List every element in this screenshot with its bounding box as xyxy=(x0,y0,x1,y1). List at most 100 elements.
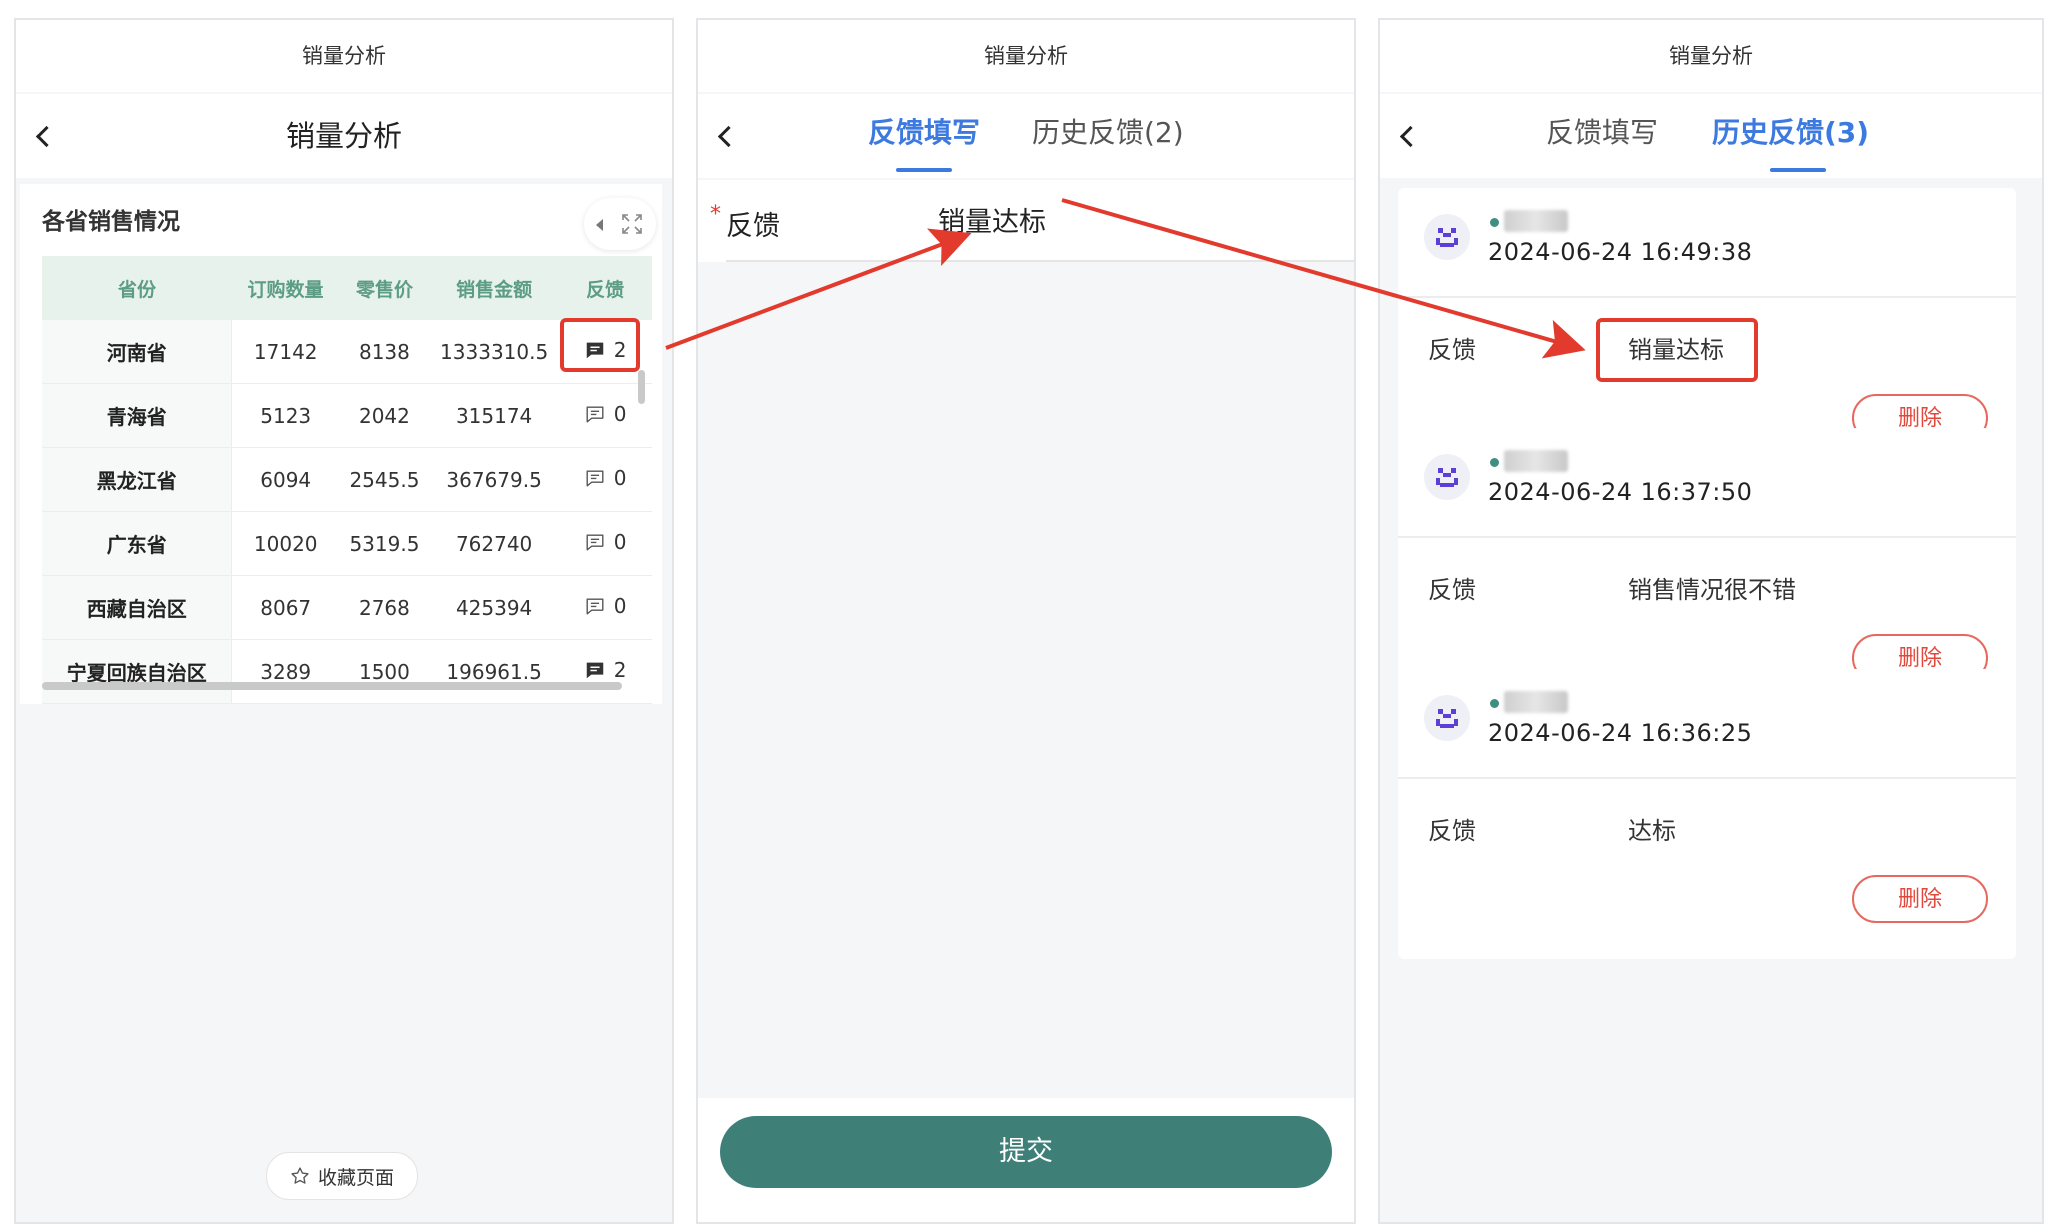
nav-bar: 反馈填写 历史反馈(3) xyxy=(1380,94,2042,178)
robot-avatar-icon xyxy=(1436,709,1458,728)
column-header[interactable]: 销售金额 xyxy=(429,256,559,320)
tab-feedback-history[interactable]: 历史反馈(2) xyxy=(1032,94,1184,178)
province-cell: 黑龙江省 xyxy=(42,447,233,512)
card-title: 各省销售情况 xyxy=(42,209,180,235)
table-row: 青海省 5123 2042 315174 0 xyxy=(42,383,652,448)
column-header[interactable]: 省份 xyxy=(42,256,232,320)
robot-avatar-icon xyxy=(1436,468,1458,487)
history-label: 反馈 xyxy=(1428,336,1476,364)
history-timestamp: 2024-06-24 16:49:38 xyxy=(1488,238,1753,266)
status-dot xyxy=(1490,218,1499,227)
history-value: 达标 xyxy=(1628,817,1676,845)
qty-cell: 17142 xyxy=(231,320,339,384)
collapse-icon[interactable] xyxy=(596,219,603,231)
column-header[interactable]: 零售价 xyxy=(338,256,430,320)
table-row: 广东省 10020 5319.5 762740 0 xyxy=(42,511,652,576)
qty-cell: 5123 xyxy=(231,383,339,448)
price-cell: 5319.5 xyxy=(338,511,430,576)
system-title: 销量分析 xyxy=(1380,20,2042,92)
feedback-button[interactable]: 0 xyxy=(584,466,627,490)
feedback-button[interactable]: 0 xyxy=(584,402,627,426)
amount-cell: 315174 xyxy=(429,383,559,448)
status-dot xyxy=(1490,699,1499,708)
province-sales-card: 各省销售情况 省份 订购数量 零售价 销售金额 反馈 河南省 17142 8138 1… xyxy=(20,184,662,704)
qty-cell: 8067 xyxy=(231,575,339,640)
amount-cell: 367679.5 xyxy=(429,447,559,512)
amount-cell: 196961.5 xyxy=(429,639,559,704)
price-cell: 2768 xyxy=(338,575,430,640)
column-header[interactable]: 反馈 xyxy=(558,256,652,320)
feedback-count: 0 xyxy=(613,401,627,426)
table-header-row: 省份 订购数量 零售价 销售金额 反馈 xyxy=(42,256,652,320)
message-icon xyxy=(586,597,604,614)
price-cell: 8138 xyxy=(338,320,430,384)
divider xyxy=(1398,296,2016,298)
back-icon[interactable] xyxy=(716,127,734,145)
history-timestamp: 2024-06-24 16:37:50 xyxy=(1488,478,1753,506)
feedback-history-screen: 销量分析 反馈填写 历史反馈(3) 2024-06-24 16:49:38 反馈销… xyxy=(1378,18,2044,1224)
province-cell: 青海省 xyxy=(42,383,233,448)
feedback-cell: 2 xyxy=(558,639,652,704)
submit-button[interactable]: 提交 xyxy=(720,1116,1332,1188)
feedback-cell: 0 xyxy=(558,511,652,576)
feedback-cell: 0 xyxy=(558,575,652,640)
feedback-form-row: * 反馈 xyxy=(698,180,1354,262)
message-icon xyxy=(586,469,604,486)
history-value: 销售情况很不错 xyxy=(1628,576,1796,604)
active-tab-indicator xyxy=(1770,168,1826,172)
qty-cell: 10020 xyxy=(231,511,339,576)
highlight-box-history-value xyxy=(1596,318,1758,382)
horizontal-scrollbar[interactable] xyxy=(42,682,622,690)
feedback-count: 0 xyxy=(613,465,627,490)
price-cell: 1500 xyxy=(338,639,430,704)
required-mark: * xyxy=(710,202,721,227)
star-icon xyxy=(291,1167,309,1184)
back-icon[interactable] xyxy=(1398,127,1416,145)
divider xyxy=(1398,777,2016,779)
history-label: 反馈 xyxy=(1428,817,1476,845)
message-icon xyxy=(586,405,604,422)
feedback-button[interactable]: 0 xyxy=(584,594,627,618)
message-icon xyxy=(586,533,604,550)
price-cell: 2042 xyxy=(338,383,430,448)
blurred-username xyxy=(1504,210,1568,232)
sales-analysis-screen: 销量分析 销量分析 各省销售情况 省份 订购数量 零售价 销售金额 反馈 河南省… xyxy=(14,18,674,1224)
highlight-box-feedback-count xyxy=(560,318,640,372)
feedback-input[interactable] xyxy=(938,204,1318,235)
province-cell: 河南省 xyxy=(42,320,233,384)
fullscreen-icon[interactable] xyxy=(620,212,644,236)
tab-feedback-write[interactable]: 反馈填写 xyxy=(1546,94,1658,178)
table-row: 西藏自治区 8067 2768 425394 0 xyxy=(42,575,652,640)
card-tools xyxy=(584,198,656,250)
avatar xyxy=(1424,454,1470,500)
active-tab-indicator xyxy=(896,168,952,172)
table-row: 宁夏回族自治区 3289 1500 196961.5 2 xyxy=(42,639,652,704)
vertical-scrollbar[interactable] xyxy=(638,370,645,404)
tab-feedback-write[interactable]: 反馈填写 xyxy=(868,94,980,178)
blurred-username xyxy=(1504,691,1568,713)
avatar xyxy=(1424,214,1470,260)
blurred-username xyxy=(1504,450,1568,472)
page-title: 销量分析 xyxy=(285,119,402,153)
favorite-page-button[interactable]: 收藏页面 xyxy=(266,1152,418,1200)
divider xyxy=(1398,536,2016,538)
qty-cell: 6094 xyxy=(231,447,339,512)
province-cell: 广东省 xyxy=(42,511,233,576)
nav-bar: 反馈填写 历史反馈(2) xyxy=(698,94,1354,178)
amount-cell: 425394 xyxy=(429,575,559,640)
feedback-count: 0 xyxy=(613,529,627,554)
feedback-count: 0 xyxy=(613,593,627,618)
feedback-form-screen: 销量分析 反馈填写 历史反馈(2) * 反馈 提交 xyxy=(696,18,1356,1224)
delete-button[interactable]: 删除 xyxy=(1852,875,1988,923)
column-header[interactable]: 订购数量 xyxy=(231,256,339,320)
province-cell: 宁夏回族自治区 xyxy=(42,639,233,704)
qty-cell: 3289 xyxy=(231,639,339,704)
amount-cell: 1333310.5 xyxy=(429,320,559,384)
price-cell: 2545.5 xyxy=(338,447,430,512)
robot-avatar-icon xyxy=(1436,228,1458,247)
tab-feedback-history[interactable]: 历史反馈(3) xyxy=(1712,94,1869,178)
feedback-button[interactable]: 2 xyxy=(584,658,627,682)
feedback-count: 2 xyxy=(613,657,627,682)
feedback-button[interactable]: 0 xyxy=(584,530,627,554)
history-card: 2024-06-24 16:36:25 反馈 达标 删除 xyxy=(1398,669,2016,959)
